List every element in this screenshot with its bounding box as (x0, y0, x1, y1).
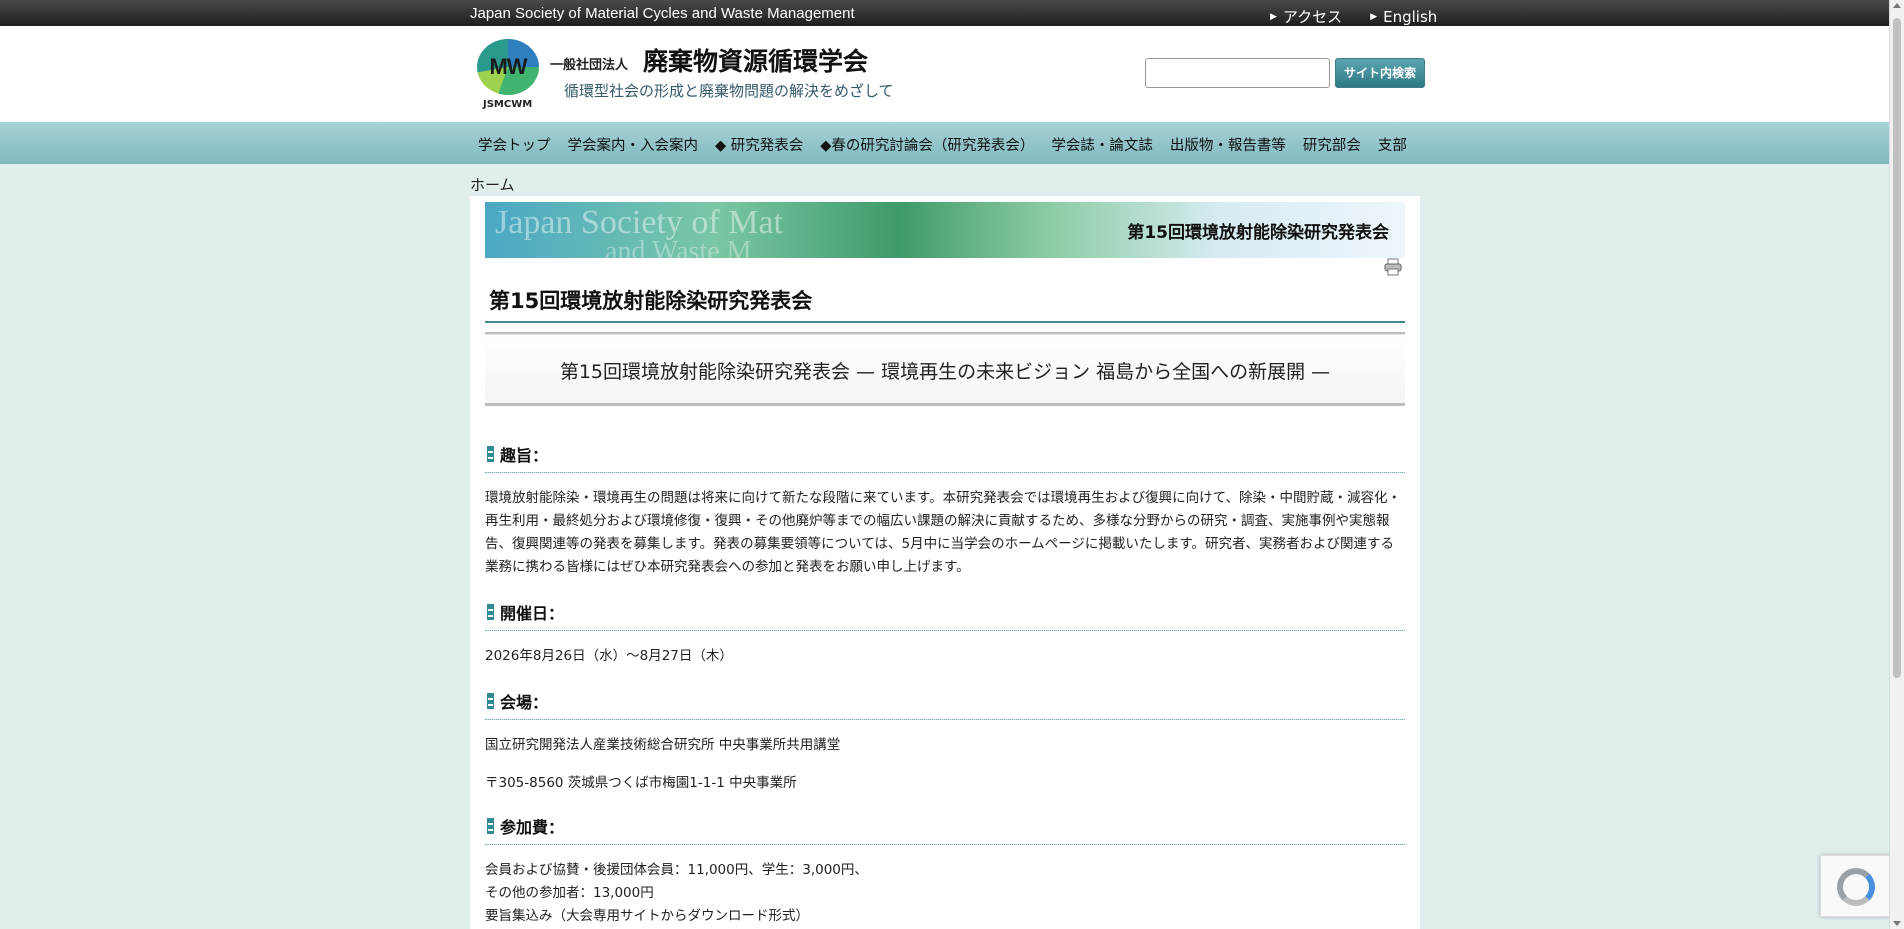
recaptcha-badge[interactable] (1820, 855, 1890, 917)
fee-line-others: その他の参加者：13,000円 (485, 885, 654, 901)
section-heading-venue-label: 会場： (500, 693, 549, 712)
subtitle-box: 第15回環境放射能除染研究発表会 — 環境再生の未来ビジョン 福島から全国への新… (485, 336, 1405, 406)
event-banner: Japan Society of Mat and Waste M 第15回環境放… (485, 202, 1405, 258)
section-heading-date-label: 開催日： (500, 604, 565, 623)
fee-line-members: 会員および協賛・後援団体会員：11,000円、学生：3,000円、 (485, 862, 868, 878)
logo-abbr: JSMCWM (483, 99, 533, 110)
site-search-button[interactable]: サイト内検索 (1335, 58, 1425, 88)
section-heading-fee-label: 参加費： (500, 818, 565, 837)
heading-bar-icon (487, 818, 494, 834)
nav-item-journals[interactable]: 学会誌・論文誌 (1051, 134, 1153, 155)
section-heading-purpose-label: 趣旨： (500, 446, 549, 465)
banner-watermark-2: and Waste M (605, 236, 752, 258)
heading-bar-icon (487, 604, 494, 620)
section-divider (485, 472, 1405, 473)
site-header: MW JSMCWM 一般社団法人 廃棄物資源循環学会 循環型社会の形成と廃棄物問… (0, 26, 1889, 122)
venue-name: 国立研究開発法人産業技術総合研究所 中央事業所共用講堂 (485, 737, 841, 753)
fee-line-proceedings: 要旨集込み（大会専用サイトからダウンロード形式） (485, 908, 809, 924)
nav-item-spring-symposium[interactable]: ◆春の研究討論会（研究発表会） (820, 134, 1034, 155)
page-title: 第15回環境放射能除染研究発表会 (489, 289, 813, 313)
scroll-down-arrow-icon[interactable] (1893, 921, 1901, 926)
recaptcha-icon (1837, 868, 1875, 906)
event-subtitle: 第15回環境放射能除染研究発表会 — 環境再生の未来ビジョン 福島から全国への新… (559, 361, 1331, 383)
venue-address: 〒305-8560 茨城県つくば市梅園1-1-1 中央事業所 (485, 775, 797, 791)
english-link[interactable]: ▶ English (1370, 6, 1437, 27)
date-text: 2026年8月26日（水）～8月27日（木） (485, 648, 733, 664)
site-title[interactable]: 廃棄物資源循環学会 (643, 42, 868, 78)
triangle-right-icon: ▶ (1270, 11, 1277, 22)
nav-item-branches[interactable]: 支部 (1378, 134, 1407, 155)
society-logo[interactable]: MW JSMCWM (473, 36, 543, 110)
title-divider-double (485, 332, 1405, 335)
english-link-label: English (1383, 7, 1438, 26)
nav-item-about[interactable]: 学会案内・入会案内 (568, 134, 699, 155)
org-english-name: Japan Society of Material Cycles and Was… (470, 5, 855, 22)
nav-item-top[interactable]: 学会トップ (478, 134, 551, 155)
title-divider (485, 321, 1405, 323)
section-heading-date: 開催日： (487, 600, 564, 624)
scroll-up-arrow-icon[interactable] (1893, 3, 1901, 8)
main-nav: 学会トップ 学会案内・入会案内 ◆ 研究発表会 ◆春の研究討論会（研究発表会） … (0, 122, 1889, 164)
scrollbar-thumb[interactable] (1893, 18, 1901, 678)
nav-item-publications[interactable]: 出版物・報告書等 (1170, 134, 1286, 155)
section-divider (485, 844, 1405, 845)
heading-bar-icon (487, 446, 494, 462)
triangle-right-icon: ▶ (1370, 11, 1378, 22)
heading-bar-icon (487, 693, 494, 709)
nav-item-research-groups[interactable]: 研究部会 (1303, 134, 1361, 155)
access-link[interactable]: ▶ アクセス (1270, 6, 1342, 27)
site-search-input[interactable] (1145, 58, 1330, 88)
section-heading-venue: 会場： (487, 689, 548, 713)
top-links: ▶ アクセス ▶ English (1270, 6, 1437, 27)
section-divider (485, 719, 1405, 720)
purpose-text: 環境放射能除染・環境再生の問題は将来に向けて新たな段階に来ています。本研究発表会… (485, 490, 1401, 575)
breadcrumb-home[interactable]: ホーム (470, 174, 515, 195)
logo-mark-text: MW (489, 54, 527, 79)
section-divider (485, 630, 1405, 631)
nav-item-conference[interactable]: ◆ 研究発表会 (715, 134, 803, 155)
access-link-label: アクセス (1282, 8, 1343, 26)
print-icon[interactable] (1383, 258, 1403, 276)
section-heading-fee: 参加費： (487, 814, 564, 838)
top-bar: Japan Society of Material Cycles and Was… (0, 0, 1889, 26)
main-content: Japan Society of Mat and Waste M 第15回環境放… (470, 196, 1420, 929)
banner-title: 第15回環境放射能除染研究発表会 (1127, 223, 1389, 243)
site-tagline: 循環型社会の形成と廃棄物問題の解決をめざして (564, 82, 894, 100)
page-scrollbar[interactable] (1889, 0, 1904, 929)
section-heading-purpose: 趣旨： (487, 442, 548, 466)
org-type-prefix: 一般社団法人 (550, 58, 629, 73)
